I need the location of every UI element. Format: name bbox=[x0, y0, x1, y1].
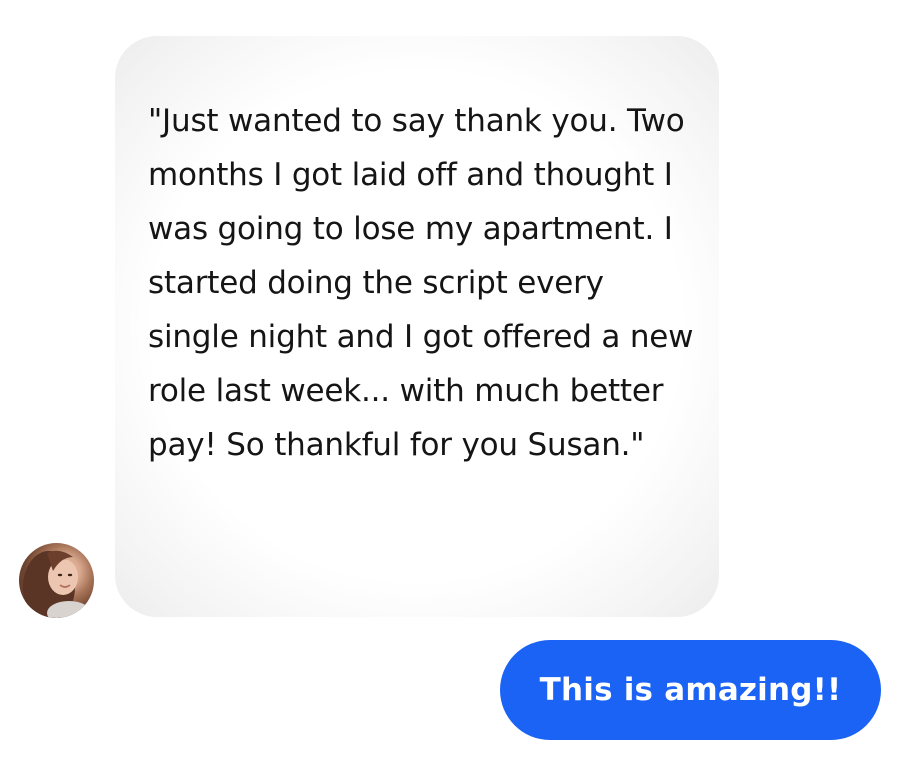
outgoing-message-text: This is amazing!! bbox=[539, 672, 842, 708]
incoming-message-bubble: "Just wanted to say thank you. Two month… bbox=[115, 36, 719, 617]
incoming-message-text: "Just wanted to say thank you. Two month… bbox=[148, 103, 694, 463]
message-thread: "Just wanted to say thank you. Two month… bbox=[0, 0, 901, 781]
sender-avatar[interactable] bbox=[19, 543, 94, 618]
avatar-photo-icon bbox=[23, 550, 91, 618]
outgoing-message-bubble: This is amazing!! bbox=[500, 640, 881, 740]
